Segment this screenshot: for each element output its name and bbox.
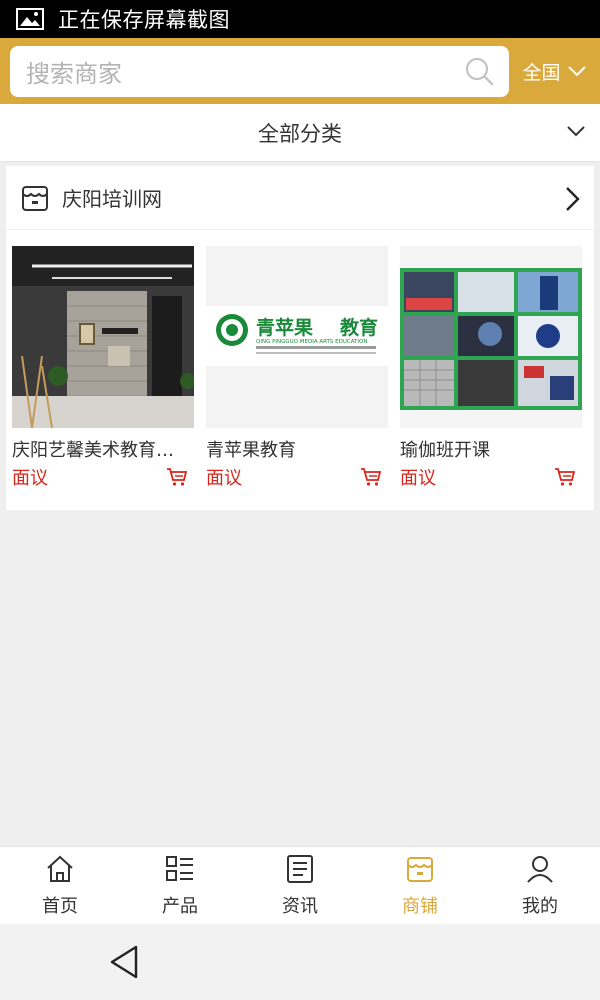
chevron-down-icon[interactable]	[566, 124, 586, 138]
region-label: 全国	[522, 61, 561, 84]
logo-line: QING PINGGUO MEDIA ARTS EDUCATION	[256, 339, 367, 345]
search-bar: 搜索商家 全国	[0, 38, 600, 104]
tab-products[interactable]: 产品	[120, 847, 240, 924]
tab-stores[interactable]: 商铺	[360, 847, 480, 924]
product-image-art-school[interactable]	[12, 246, 194, 428]
product-title[interactable]: 青苹果教育	[206, 436, 382, 462]
product-card[interactable]: 青苹果 教育 QING PINGGUO MEDIA ARTS EDUCATION…	[206, 246, 388, 490]
product-card[interactable]: 庆阳艺馨美术教育… 面议	[12, 246, 194, 490]
cart-icon[interactable]	[554, 467, 576, 487]
product-image-yoga-collage[interactable]	[400, 246, 582, 428]
product-list: 庆阳艺馨美术教育… 面议 青苹果 教育 QING PINGGUO MEDIA A…	[6, 230, 594, 510]
cart-icon[interactable]	[360, 467, 382, 487]
store-icon	[407, 856, 433, 882]
cart-icon[interactable]	[166, 467, 188, 487]
shop-card: 庆阳培训网 庆阳艺馨美术教育… 面议 青苹果 教育 QING PINGGUO M…	[6, 166, 594, 510]
bottom-tab-bar: 首页 产品 资讯 商铺 我的	[0, 846, 600, 924]
status-bar: 正在保存屏幕截图	[0, 0, 600, 38]
product-price: 面议	[206, 468, 242, 489]
product-price: 面议	[400, 468, 436, 489]
tab-label: 资讯	[282, 895, 318, 917]
region-selector[interactable]: 全国	[509, 58, 600, 85]
logo-brand: 青苹果	[256, 316, 313, 339]
system-nav-bar	[0, 924, 600, 1000]
list-icon	[166, 855, 193, 881]
product-card[interactable]: 瑜伽班开课 面议	[400, 246, 582, 490]
user-icon	[527, 855, 553, 883]
category-label: 全部分类	[258, 121, 342, 146]
tab-label: 首页	[42, 895, 78, 917]
product-image-logo[interactable]: 青苹果 教育 QING PINGGUO MEDIA ARTS EDUCATION	[206, 246, 388, 428]
tab-home[interactable]: 首页	[0, 847, 120, 924]
product-price: 面议	[12, 468, 48, 489]
logo-sub: 教育	[340, 316, 378, 339]
status-text: 正在保存屏幕截图	[58, 8, 230, 32]
chevron-right-icon[interactable]	[564, 186, 580, 212]
news-icon	[287, 854, 313, 883]
search-icon[interactable]	[463, 55, 495, 87]
product-title[interactable]: 瑜伽班开课	[400, 436, 576, 462]
chevron-down-icon	[567, 66, 586, 77]
store-icon	[22, 185, 48, 211]
search-placeholder: 搜索商家	[26, 59, 122, 88]
back-icon[interactable]	[108, 944, 140, 980]
tab-news[interactable]: 资讯	[240, 847, 360, 924]
tab-label: 产品	[162, 895, 198, 917]
shop-header[interactable]: 庆阳培训网	[6, 166, 594, 230]
search-input[interactable]: 搜索商家	[10, 45, 509, 97]
image-icon	[16, 8, 44, 30]
tab-label: 我的	[522, 895, 558, 917]
tab-label: 商铺	[402, 895, 438, 917]
home-icon	[47, 855, 73, 882]
shop-name: 庆阳培训网	[62, 187, 162, 211]
tab-me[interactable]: 我的	[480, 847, 600, 924]
product-title[interactable]: 庆阳艺馨美术教育…	[12, 436, 188, 462]
category-filter[interactable]: 全部分类	[0, 104, 600, 162]
